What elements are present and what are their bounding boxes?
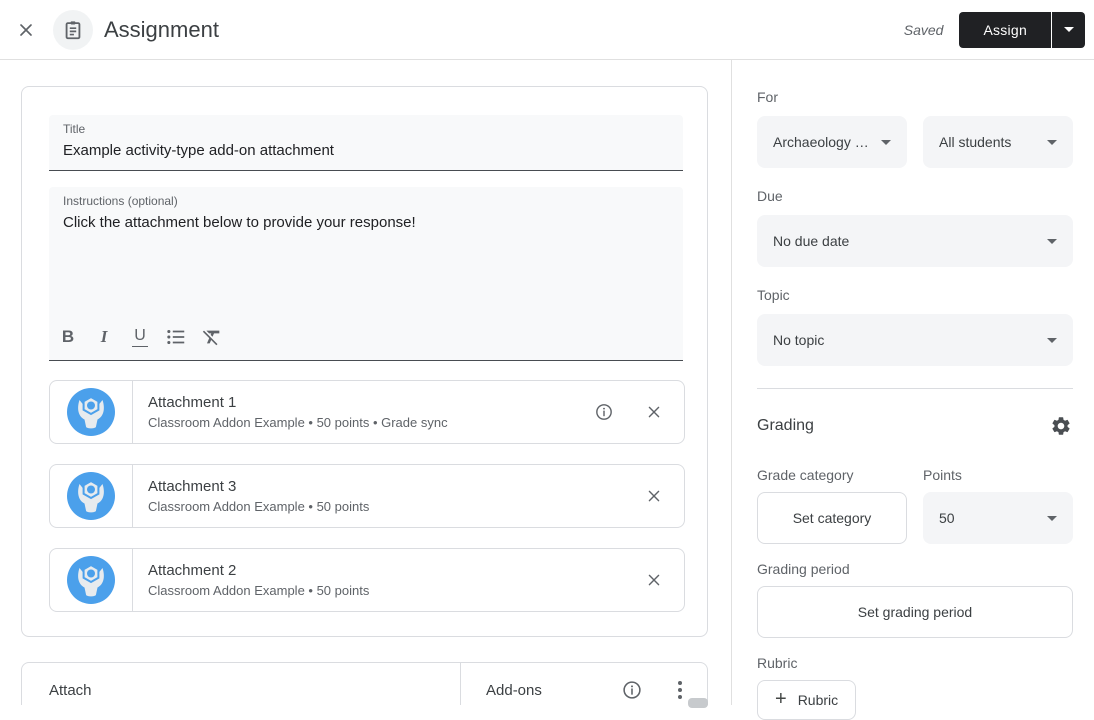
attach-bar-card: Attach Add-ons [21,662,708,705]
topic-label: Topic [757,287,790,303]
bold-icon[interactable]: B [55,321,81,353]
due-label: Due [757,188,783,204]
students-dropdown[interactable]: All students [923,116,1073,168]
points-dropdown[interactable]: 50 [923,492,1073,544]
points-label: Points [923,467,962,483]
attachment-title: Attachment 3 [148,477,237,495]
title-field[interactable]: Title Example activity-type add-on attac… [49,115,683,171]
instructions-field[interactable]: Instructions (optional) Click the attach… [49,187,683,361]
italic-icon[interactable]: I [91,321,117,353]
title-field-label: Title [63,122,86,136]
attachment-title: Attachment 1 [148,393,237,411]
instructions-input[interactable]: Click the attachment below to provide yo… [63,212,669,233]
grading-period-label: Grading period [757,561,850,577]
remove-attachment-icon[interactable] [642,400,666,424]
chevron-down-icon [1047,139,1057,145]
chevron-down-icon [1047,515,1057,521]
assignment-details-card: Title Example activity-type add-on attac… [21,86,708,637]
add-rubric-button[interactable]: + Rubric [757,680,857,720]
attachment-subtitle: Classroom Addon Example • 50 points [148,498,370,514]
close-icon[interactable] [8,12,44,48]
info-icon[interactable] [592,400,616,424]
remove-attachment-icon[interactable] [642,568,666,592]
settings-sidebar: For Archaeology … All students Due No du… [732,60,1094,720]
formatting-toolbar: B I U [49,314,683,360]
attachment-subtitle: Classroom Addon Example • 50 points • Gr… [148,414,448,430]
sidebar-divider [757,388,1073,389]
attachment-row[interactable]: Attachment 3 Classroom Addon Example • 5… [49,464,685,528]
gear-icon[interactable] [1049,414,1073,438]
grade-category-label: Grade category [757,467,854,483]
underline-icon[interactable]: U [127,321,153,353]
attachment-title: Attachment 2 [148,561,237,579]
attachment-subtitle: Classroom Addon Example • 50 points [148,582,370,598]
chevron-down-icon [1063,27,1074,32]
instructions-field-label: Instructions (optional) [63,194,178,208]
attachment-row[interactable]: Attachment 2 Classroom Addon Example • 5… [49,548,685,612]
assignment-editor-pane: Title Example activity-type add-on attac… [0,60,732,705]
addons-label: Add-ons [486,681,542,699]
chevron-down-icon [1047,337,1057,343]
addons-info-icon[interactable] [620,678,644,702]
attach-label: Attach [49,681,92,699]
chevron-down-icon [1047,238,1057,244]
plus-icon: + [775,688,787,710]
addon-logo-icon [50,549,133,611]
top-bar: Assignment Saved Assign [0,0,1094,60]
addon-logo-icon [50,381,133,443]
grading-title: Grading [757,417,814,434]
attach-section: Attach [22,663,461,705]
assign-dropdown-button[interactable] [1051,11,1085,48]
bulleted-list-icon[interactable] [163,321,189,353]
assignment-icon [53,9,93,50]
course-dropdown[interactable]: Archaeology … [757,116,907,168]
scrollbar-thumb[interactable] [688,698,708,708]
addons-section: Add-ons [461,663,707,705]
clear-formatting-icon[interactable] [199,321,225,353]
attachment-row[interactable]: Attachment 1 Classroom Addon Example • 5… [49,380,685,444]
set-category-button[interactable]: Set category [757,492,907,544]
chevron-down-icon [881,139,891,145]
topic-dropdown[interactable]: No topic [757,314,1073,366]
due-date-dropdown[interactable]: No due date [757,215,1073,267]
assign-button[interactable]: Assign [959,11,1051,48]
rubric-label: Rubric [757,655,798,671]
set-grading-period-button[interactable]: Set grading period [757,586,1073,638]
title-input[interactable]: Example activity-type add-on attachment [63,140,669,161]
for-label: For [757,89,778,105]
page-title: Assignment [104,16,219,42]
saved-status: Saved [903,21,944,38]
remove-attachment-icon[interactable] [642,484,666,508]
addon-logo-icon [50,465,133,527]
assign-split-button: Assign [959,11,1085,48]
